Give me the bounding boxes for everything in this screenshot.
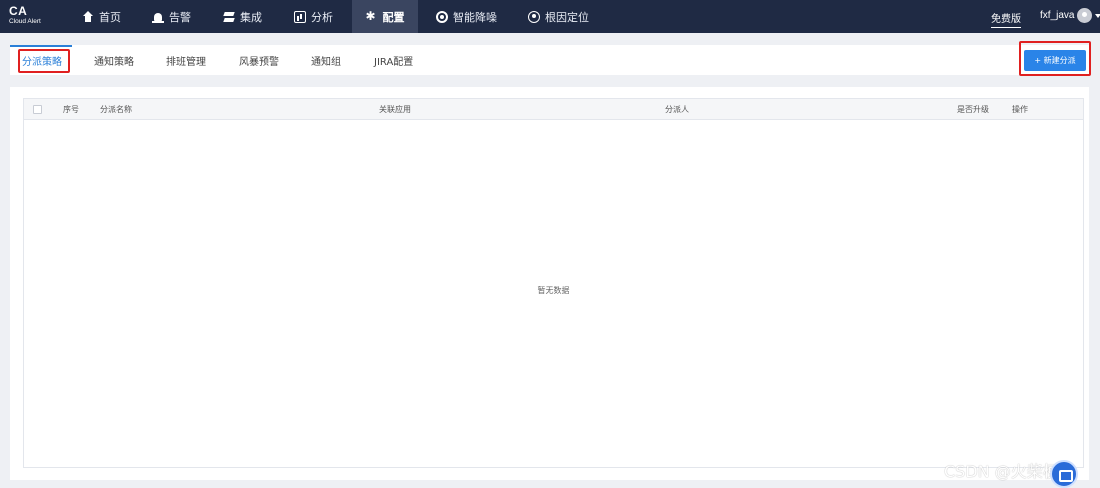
content-card: 序号 分派名称 关联应用 分派人 是否升级 操作 暂无数据 <box>10 87 1089 480</box>
table-header: 序号 分派名称 关联应用 分派人 是否升级 操作 <box>24 99 1083 120</box>
highlight-box-tab <box>18 49 70 73</box>
nav-item-label: 根因定位 <box>545 10 589 24</box>
nav-item-label: 告警 <box>169 10 191 24</box>
noise-reduction-icon <box>436 10 448 23</box>
logo-sub-text: Cloud Alert <box>9 18 41 25</box>
chevron-down-icon <box>1095 13 1100 18</box>
tab-storm-warning[interactable]: 风暴预警 <box>239 45 279 75</box>
username: fxf_java <box>1040 10 1075 21</box>
nav-item-label: 配置 <box>382 10 405 24</box>
home-icon <box>82 10 94 23</box>
nav-item-root-cause[interactable]: 根因定位 <box>528 0 589 33</box>
nav-item-label: 分析 <box>311 10 333 24</box>
nav-item-label: 集成 <box>240 10 262 24</box>
column-header-name: 分派名称 <box>100 105 132 114</box>
target-icon <box>528 10 540 23</box>
column-header-app: 关联应用 <box>379 105 411 114</box>
avatar <box>1077 8 1093 23</box>
app-logo[interactable]: CA Cloud Alert <box>9 5 41 26</box>
select-all-checkbox[interactable] <box>33 105 42 114</box>
highlight-box-button <box>1019 41 1091 76</box>
gear-icon <box>366 9 378 23</box>
alarm-icon <box>152 11 164 23</box>
nav-item-label: 智能降噪 <box>453 10 497 24</box>
logo-main-text: CA <box>9 4 28 18</box>
column-header-assignee: 分派人 <box>665 105 689 114</box>
column-header-actions: 操作 <box>1012 105 1028 114</box>
nav-item-label: 首页 <box>99 10 121 24</box>
tab-notify-group[interactable]: 通知组 <box>311 45 341 75</box>
nav-item-home[interactable]: 首页 <box>82 0 121 33</box>
dispatch-table: 序号 分派名称 关联应用 分派人 是否升级 操作 暂无数据 <box>23 98 1084 468</box>
nav-item-analysis[interactable]: 分析 <box>294 0 333 33</box>
column-header-escalate: 是否升级 <box>957 105 989 114</box>
layers-icon <box>223 11 235 23</box>
column-header-index: 序号 <box>63 105 79 114</box>
config-tabs: 分派策略 通知策略 排班管理 风暴预警 通知组 JIRA配置 <box>10 45 1089 75</box>
nav-item-config[interactable]: 配置 <box>352 0 418 33</box>
nav-item-alarm[interactable]: 告警 <box>152 0 191 33</box>
nav-item-noise-reduction[interactable]: 智能降噪 <box>436 0 497 33</box>
plan-link[interactable]: 免费版 <box>991 10 1021 28</box>
tab-notify-policy[interactable]: 通知策略 <box>94 45 134 75</box>
watermark: CSDN @火柴梗i <box>944 462 1064 481</box>
tab-jira-config[interactable]: JIRA配置 <box>374 45 413 75</box>
tab-schedule[interactable]: 排班管理 <box>166 45 206 75</box>
empty-state-text: 暂无数据 <box>537 286 570 295</box>
chat-icon[interactable] <box>1050 460 1078 488</box>
nav-item-integration[interactable]: 集成 <box>223 0 262 33</box>
chart-icon <box>294 10 306 23</box>
user-menu[interactable]: fxf_java <box>1040 8 1100 23</box>
top-nav-bar: CA Cloud Alert 首页 告警 集成 分析 配置 智能降噪 <box>0 0 1100 33</box>
